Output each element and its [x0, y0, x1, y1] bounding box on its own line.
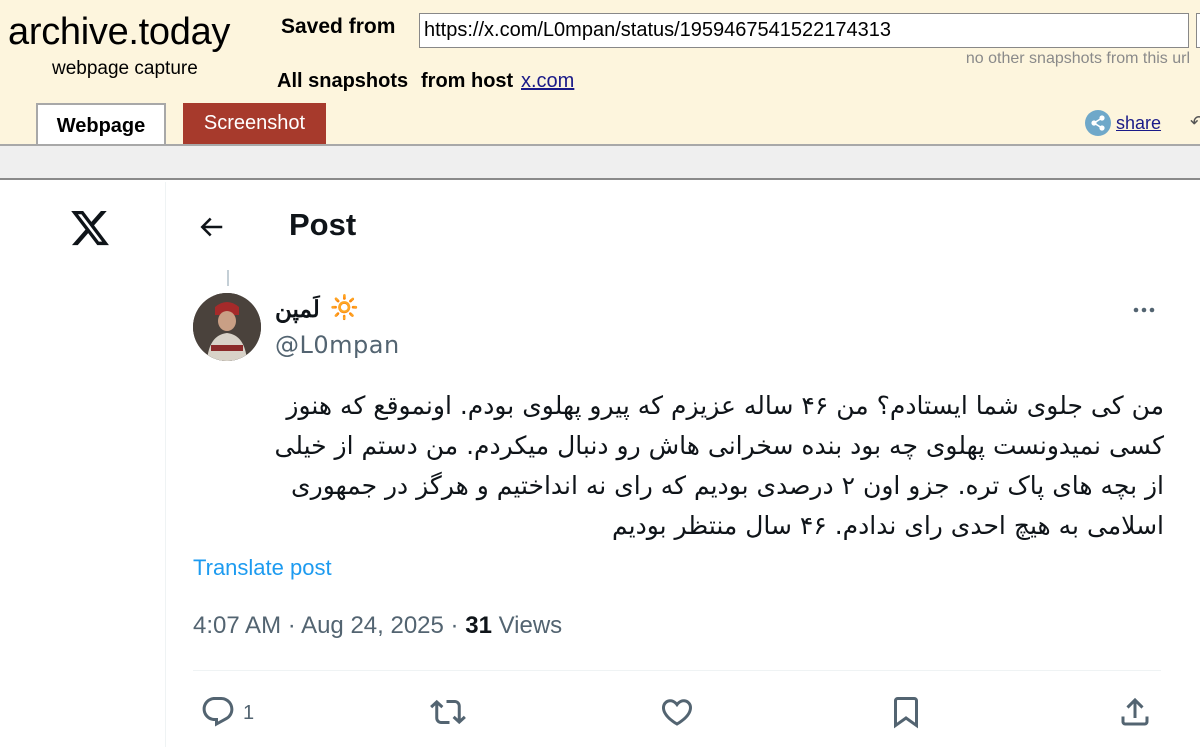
- meta-separator: ·: [287, 612, 296, 639]
- post-text-line: از بچه های پاک تره. جزو اون ۲ درصدی بودی…: [291, 471, 1164, 500]
- share-link[interactable]: share: [1116, 113, 1161, 134]
- action-bar-divider: [193, 670, 1161, 671]
- views-count: 31: [465, 612, 492, 639]
- bookmark-icon[interactable]: [888, 694, 924, 734]
- post-text: من کی جلوی شما ایستادم؟ من ۴۶ ساله عزیزم…: [190, 386, 1165, 546]
- repost-icon[interactable]: [430, 694, 466, 734]
- page-title: Post: [289, 207, 357, 242]
- post-date[interactable]: Aug 24, 2025: [301, 612, 444, 639]
- thread-connector-line: [227, 270, 229, 286]
- archive-logo-title[interactable]: archive.today: [8, 11, 230, 54]
- more-dots-icon[interactable]: [1127, 300, 1161, 320]
- host-link[interactable]: x.com: [521, 70, 574, 93]
- author-display-name[interactable]: لَمپن: [275, 296, 320, 323]
- upload-share-icon[interactable]: [1117, 694, 1153, 734]
- saved-from-label: Saved from: [281, 15, 396, 38]
- secondary-input-edge[interactable]: [1196, 13, 1200, 48]
- tab-screenshot[interactable]: Screenshot: [183, 103, 326, 144]
- sun-emoji-icon: 🔆: [330, 294, 359, 320]
- author-handle[interactable]: @L0mpan: [275, 331, 400, 359]
- post-text-line: اسلامی به هیچ احدی رای ندادم. ۴۶ سال منت…: [611, 511, 1164, 540]
- archive-logo-subtitle: webpage capture: [52, 58, 198, 79]
- post-time[interactable]: 4:07 AM: [193, 612, 281, 639]
- post-text-line: من کی جلوی شما ایستادم؟ من ۴۶ ساله عزیزم…: [286, 391, 1164, 420]
- column-divider: [165, 182, 166, 747]
- share-icon[interactable]: [1085, 110, 1111, 136]
- heart-icon[interactable]: [659, 694, 695, 734]
- avatar[interactable]: [193, 293, 261, 361]
- post-metadata: 4:07 AM · Aug 24, 2025 · 31 Views: [193, 612, 562, 640]
- post-text-line: کسی نمیدونست پهلوی چه بود بنده سخرانی ها…: [274, 431, 1165, 460]
- reply-bubble-icon[interactable]: [200, 694, 236, 734]
- arrow-left-icon[interactable]: [196, 212, 226, 242]
- meta-separator: ·: [450, 612, 459, 639]
- tab-webpage[interactable]: Webpage: [36, 103, 166, 147]
- views-label: Views: [498, 612, 563, 639]
- reply-count: 1: [243, 702, 255, 724]
- more-link-icon[interactable]: ↶: [1190, 112, 1200, 133]
- archive-divider-band: [0, 144, 1200, 180]
- translate-post-link[interactable]: Translate post: [193, 555, 332, 581]
- saved-url-input[interactable]: [419, 13, 1189, 48]
- archive-header: archive.today webpage capture Saved from…: [0, 0, 1200, 147]
- no-other-snapshots-text: no other snapshots from this url: [965, 50, 1190, 67]
- all-snapshots-link[interactable]: All snapshots: [277, 70, 408, 93]
- from-host-label: from host: [421, 70, 514, 92]
- x-logo-icon[interactable]: [68, 207, 112, 249]
